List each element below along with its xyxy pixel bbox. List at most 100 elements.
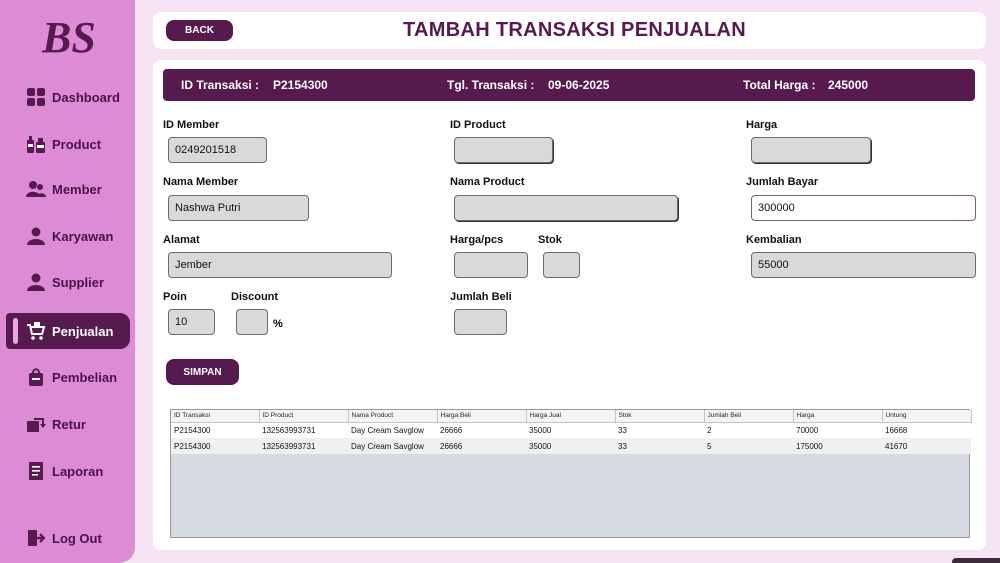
karyawan-icon [26, 226, 46, 246]
sidebar-item-label: Supplier [52, 274, 105, 290]
id-product-label: ID Product [450, 119, 506, 131]
sidebar-item-karyawan[interactable]: Karyawan [6, 218, 130, 254]
dashboard-icon [26, 87, 46, 107]
bag-icon [26, 367, 46, 387]
jumlah-bayar-input[interactable] [751, 195, 976, 221]
sidebar-item-dashboard[interactable]: Dashboard [6, 79, 130, 115]
total-price-label: Total Harga : [743, 78, 816, 92]
table-cell: 41670 [882, 438, 971, 454]
table-row[interactable]: P2154300 132563993731 Day Cream Savglow … [171, 438, 971, 454]
table-cell: 33 [615, 422, 704, 438]
table-row[interactable]: P2154300 132563993731 Day Cream Savglow … [171, 422, 971, 438]
table-cell: P2154300 [171, 422, 259, 438]
transaction-panel: ID Transaksi : P2154300 Tgl. Transaksi :… [153, 60, 986, 550]
supplier-icon [26, 272, 46, 292]
sidebar-item-label: Dashboard [52, 89, 120, 105]
id-member-label: ID Member [163, 119, 220, 131]
table-cell: 2 [704, 422, 793, 438]
table-cell: 35000 [526, 438, 615, 454]
back-button[interactable]: BACK [166, 20, 233, 41]
logout-button[interactable]: Log Out [6, 520, 130, 556]
sidebar-item-label: Pembelian [52, 369, 118, 385]
brand-logo: BS [41, 13, 96, 60]
sidebar-item-retur[interactable]: Retur [6, 406, 130, 442]
column-header[interactable]: Nama Product [348, 410, 438, 423]
harga-pcs-label: Harga/pcs [450, 234, 504, 246]
kembalian-input[interactable] [751, 252, 976, 278]
table-cell: Day Cream Savglow [348, 422, 437, 438]
id-member-input[interactable] [168, 137, 267, 163]
table-header-row: ID Transaksi ID Product Nama Product Har… [171, 410, 972, 423]
window-corner [952, 558, 1000, 563]
active-indicator [13, 318, 18, 344]
column-header[interactable]: ID Product [259, 410, 349, 423]
nama-member-input[interactable] [168, 195, 309, 221]
sidebar-item-pembelian[interactable]: Pembelian [6, 359, 130, 395]
column-header[interactable]: Untung [882, 410, 972, 423]
stok-input[interactable] [543, 252, 580, 278]
kembalian-label: Kembalian [746, 234, 802, 246]
table-cell: 132563993731 [259, 422, 348, 438]
discount-input[interactable] [236, 309, 268, 335]
table-cell: 26666 [437, 438, 526, 454]
poin-label: Poin [163, 291, 187, 303]
transaction-date-label: Tgl. Transaksi : [447, 78, 535, 92]
transaction-id-label: ID Transaksi : [181, 78, 260, 92]
report-icon [26, 461, 46, 481]
discount-label: Discount [231, 291, 279, 303]
table-cell: 35000 [526, 422, 615, 438]
harga-input[interactable] [751, 137, 871, 163]
column-header[interactable]: Harga [793, 410, 883, 423]
sidebar-item-label: Member [52, 181, 102, 197]
transaction-id-value: P2154300 [273, 78, 328, 92]
table-cell: 16668 [882, 422, 971, 438]
table-cell: 70000 [793, 422, 882, 438]
table-cell: P2154300 [171, 438, 259, 454]
sidebar-item-label: Karyawan [52, 228, 114, 244]
percent-sign: % [273, 318, 283, 330]
simpan-button[interactable]: SIMPAN [166, 359, 239, 385]
jumlah-beli-input[interactable] [454, 309, 507, 335]
id-product-input[interactable] [454, 137, 553, 163]
sidebar-item-label: Penjualan [52, 323, 114, 339]
page-title: TAMBAH TRANSAKSI PENJUALAN [403, 19, 746, 41]
sidebar-item-label: Laporan [52, 463, 104, 479]
header-bar: BACK TAMBAH TRANSAKSI PENJUALAN [153, 12, 986, 49]
nama-product-label: Nama Product [450, 176, 525, 188]
column-header[interactable]: Harga Beli [437, 410, 527, 423]
retur-icon [26, 414, 46, 434]
logout-icon [26, 528, 46, 548]
transaction-table[interactable]: ID Transaksi ID Product Nama Product Har… [170, 409, 972, 538]
member-icon [26, 179, 46, 199]
column-header[interactable]: Harga Jual [526, 410, 616, 423]
transaction-date-value: 09-06-2025 [548, 78, 610, 92]
alamat-label: Alamat [163, 234, 200, 246]
sidebar: BS Dashboard Product Member Karyawan Sup… [0, 0, 135, 563]
table-cell: 26666 [437, 422, 526, 438]
poin-input[interactable] [168, 309, 215, 335]
jumlah-bayar-label: Jumlah Bayar [746, 176, 819, 188]
column-header[interactable]: Jumlah Beli [704, 410, 794, 423]
table-cell: 33 [615, 438, 704, 454]
column-header[interactable]: ID Transaksi [171, 410, 260, 423]
table-cell: 132563993731 [259, 438, 348, 454]
table-cell: Day Cream Savglow [348, 438, 437, 454]
jumlah-beli-label: Jumlah Beli [450, 291, 512, 303]
sidebar-item-member[interactable]: Member [6, 171, 130, 207]
sidebar-item-product[interactable]: Product [6, 126, 130, 162]
stok-label: Stok [538, 234, 562, 246]
logout-label: Log Out [52, 530, 102, 546]
sidebar-item-laporan[interactable]: Laporan [6, 453, 130, 489]
nama-member-label: Nama Member [163, 176, 239, 188]
product-icon [26, 134, 46, 154]
nama-product-input[interactable] [454, 195, 678, 221]
svg-text:BS: BS [41, 13, 96, 60]
transaction-info-bar: ID Transaksi : P2154300 Tgl. Transaksi :… [163, 69, 975, 101]
alamat-input[interactable] [168, 252, 392, 278]
sidebar-item-label: Product [52, 136, 102, 152]
harga-pcs-input[interactable] [454, 252, 528, 278]
sidebar-item-supplier[interactable]: Supplier [6, 264, 130, 300]
column-header[interactable]: Stok [615, 410, 705, 423]
sidebar-item-penjualan[interactable]: Penjualan [6, 313, 130, 349]
total-price-value: 245000 [828, 78, 869, 92]
